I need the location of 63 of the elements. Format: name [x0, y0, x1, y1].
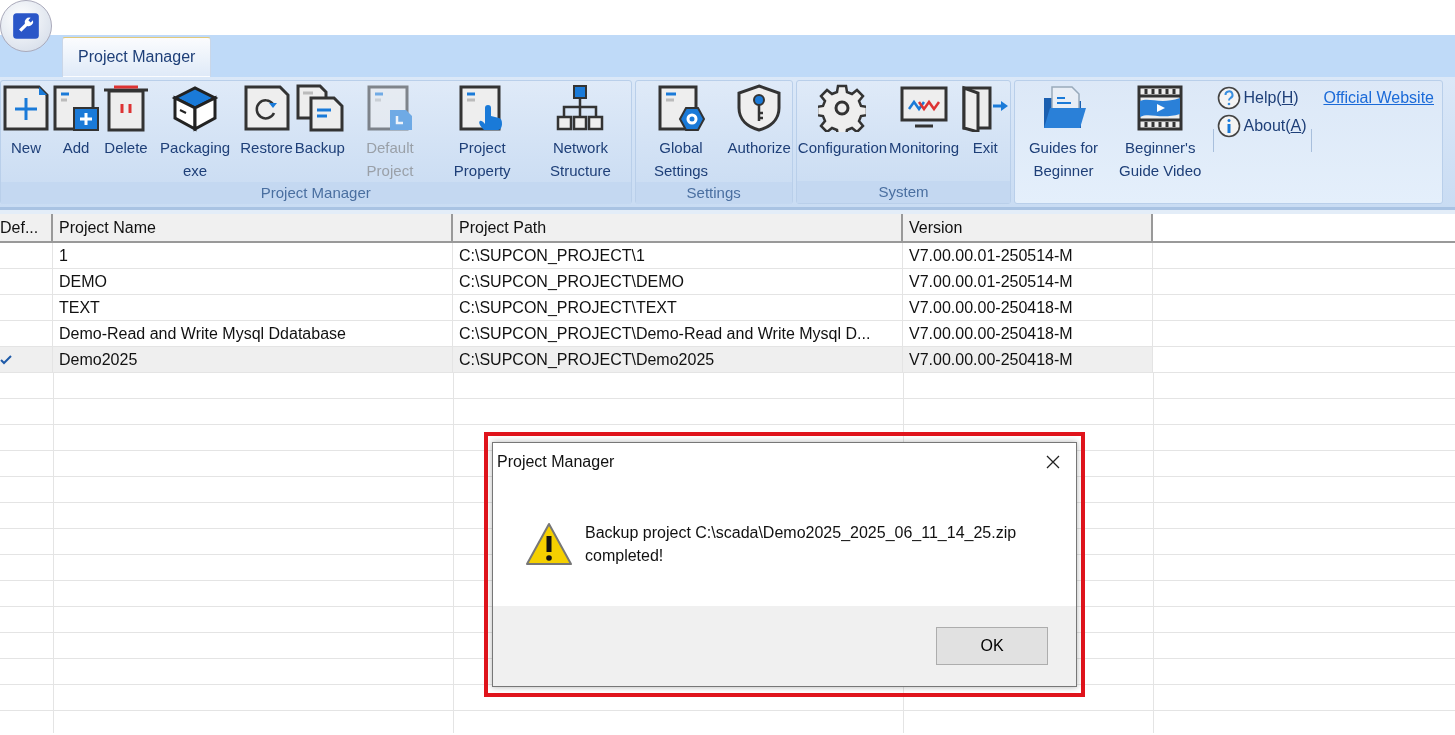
ribbon-button[interactable]: Monitoring	[888, 84, 961, 159]
table-cell: V7.00.00.00-250418-M	[903, 347, 1153, 373]
ribbon-button[interactable]: Beginner's Guide Video	[1111, 84, 1209, 182]
ribbon-button[interactable]: Configuration	[796, 84, 889, 159]
ribbon-button[interactable]: Project Property	[434, 84, 531, 182]
ribbon-tab[interactable]: Project Manager	[62, 37, 212, 77]
column-header[interactable]: Project Name	[53, 214, 453, 241]
box-icon	[171, 84, 220, 132]
table-cell: Demo2025	[53, 347, 453, 373]
restore-document-icon	[242, 84, 291, 132]
table-cell: C:\SUPCON_PROJECT\Demo2025	[453, 347, 903, 373]
table-row[interactable]: 1 C:\SUPCON_PROJECT\1 V7.00.00.01-250514-M	[0, 243, 1455, 269]
add-document-icon	[52, 84, 100, 132]
dialog-title: Project Manager	[497, 453, 615, 471]
table-cell: C:\SUPCON_PROJECT\1	[453, 243, 903, 269]
column-header[interactable]: Def...	[0, 214, 53, 241]
wrench-icon	[12, 12, 40, 40]
table-cell: C:\SUPCON_PROJECT\DEMO	[453, 269, 903, 295]
group-label: System	[796, 181, 1011, 203]
door-exit-icon	[961, 84, 1010, 132]
table-row[interactable]: DEMO C:\SUPCON_PROJECT\DEMO V7.00.00.01-250514-M	[0, 269, 1455, 295]
trash-icon	[102, 84, 150, 132]
ribbon-button[interactable]: Backup	[293, 84, 346, 159]
gear-icon	[818, 84, 867, 132]
ribbon-button[interactable]: Authorize	[726, 84, 792, 159]
film-icon	[1136, 84, 1185, 132]
group-label: Settings	[635, 182, 792, 204]
ok-button[interactable]: OK	[936, 627, 1048, 665]
ribbon-button[interactable]: Exit	[960, 84, 1011, 159]
table-cell: C:\SUPCON_PROJECT\TEXT	[453, 295, 903, 321]
table-row[interactable]: Demo2025 C:\SUPCON_PROJECT\Demo2025 V7.00.00.00-250418-M	[0, 347, 1455, 373]
ribbon-button[interactable]: Global Settings	[635, 84, 727, 182]
table-cell: V7.00.00.00-250418-M	[903, 295, 1153, 321]
ribbon-button[interactable]: Delete	[101, 84, 151, 159]
document-icon	[365, 84, 414, 132]
table-cell: TEXT	[53, 295, 453, 321]
ribbon-small-button[interactable]: About(A)	[1217, 114, 1307, 138]
application-button[interactable]	[0, 0, 52, 52]
ribbon-button[interactable]: New	[1, 84, 51, 159]
ribbon-button[interactable]: Add	[51, 84, 101, 159]
website-link[interactable]: Official Website	[1323, 89, 1434, 107]
ribbon-small-button[interactable]: Help(H)	[1217, 86, 1307, 110]
column-header[interactable]: Project Path	[453, 214, 903, 241]
table-row[interactable]: TEXT C:\SUPCON_PROJECT\TEXT V7.00.00.00-250418-M	[0, 295, 1455, 321]
dialog-message: Backup project C:\scada\Demo2025_2025_06_11_14_25.zip completed!	[585, 522, 1018, 566]
warning-icon	[525, 521, 573, 566]
table-cell: DEMO	[53, 269, 453, 295]
group-label: Project Manager	[1, 182, 631, 204]
copy-documents-icon	[295, 84, 344, 132]
info-icon	[1217, 114, 1242, 138]
close-icon	[1046, 455, 1060, 469]
help-icon	[1217, 86, 1242, 110]
network-icon	[556, 84, 605, 132]
ribbon-button[interactable]: Network Structure	[530, 84, 631, 182]
shield-key-icon	[735, 84, 784, 132]
table-cell: V7.00.00.01-250514-M	[903, 243, 1153, 269]
ribbon-button[interactable]: Guides for Beginner	[1015, 84, 1112, 182]
table-cell: V7.00.00.01-250514-M	[903, 269, 1153, 295]
document-settings-icon	[657, 84, 705, 132]
ribbon-button[interactable]: Restore	[239, 84, 294, 159]
ribbon-button[interactable]: Packaging exe	[151, 84, 240, 182]
new-document-icon	[2, 84, 50, 132]
table-cell: 1	[53, 243, 453, 269]
